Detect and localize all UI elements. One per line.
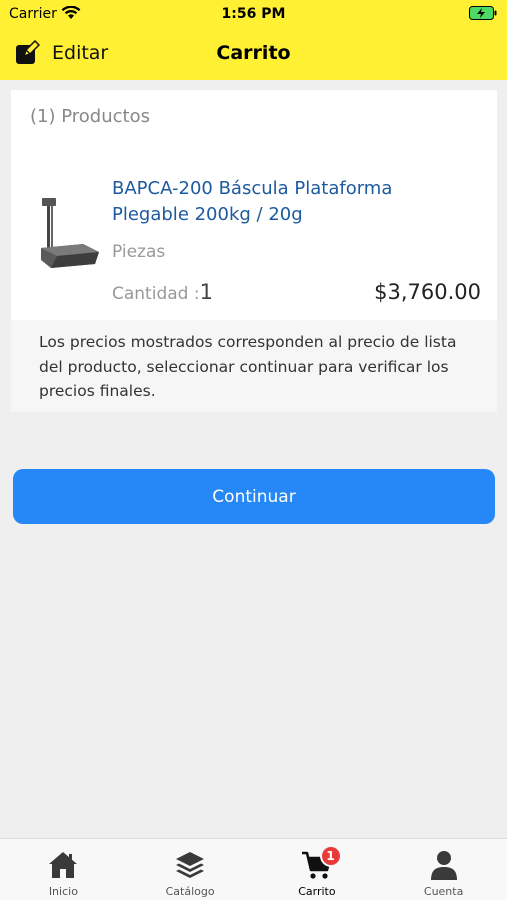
tab-label: Inicio — [48, 885, 78, 898]
tab-label: Cuenta — [423, 885, 464, 898]
navigation-bar: Editar Carrito — [0, 30, 507, 76]
user-icon — [430, 851, 457, 880]
price-notice: Los precios mostrados corresponden al pr… — [11, 320, 497, 412]
tab-label: Catálogo — [165, 885, 215, 898]
product-price: $3,760.00 — [374, 280, 481, 304]
page-title: Carrito — [216, 42, 291, 64]
layers-icon — [176, 852, 205, 878]
tab-cuenta[interactable]: Cuenta — [380, 839, 507, 900]
top-header: Carrier 1:56 PM Editar Carrito — [0, 0, 507, 80]
tab-label: Carrito — [298, 885, 336, 898]
product-unit: Piezas — [112, 242, 166, 262]
quantity-label: Cantidad : — [112, 284, 200, 304]
battery-icon — [469, 6, 497, 20]
cart-card: (1) Productos BAPCA-200 Báscula Platafor… — [11, 90, 497, 320]
product-name[interactable]: BAPCA-200 Báscula Plataforma Plegable 20… — [112, 176, 472, 228]
products-count-header: (1) Productos — [30, 106, 150, 127]
status-bar: Carrier 1:56 PM — [0, 0, 507, 28]
quantity-value: 1 — [199, 280, 213, 304]
quantity: Cantidad :1 — [112, 280, 213, 304]
tab-inicio[interactable]: Inicio — [0, 839, 127, 900]
tab-bar: Inicio Catálogo 1 Carrito Cuenta — [0, 838, 507, 900]
cart-badge: 1 — [319, 845, 342, 867]
tab-catalogo[interactable]: Catálogo — [127, 839, 254, 900]
tab-carrito[interactable]: 1 Carrito — [254, 839, 381, 900]
product-image[interactable] — [37, 190, 107, 270]
continue-button[interactable]: Continuar — [13, 469, 495, 524]
clock: 1:56 PM — [221, 6, 286, 22]
home-icon — [49, 852, 78, 878]
